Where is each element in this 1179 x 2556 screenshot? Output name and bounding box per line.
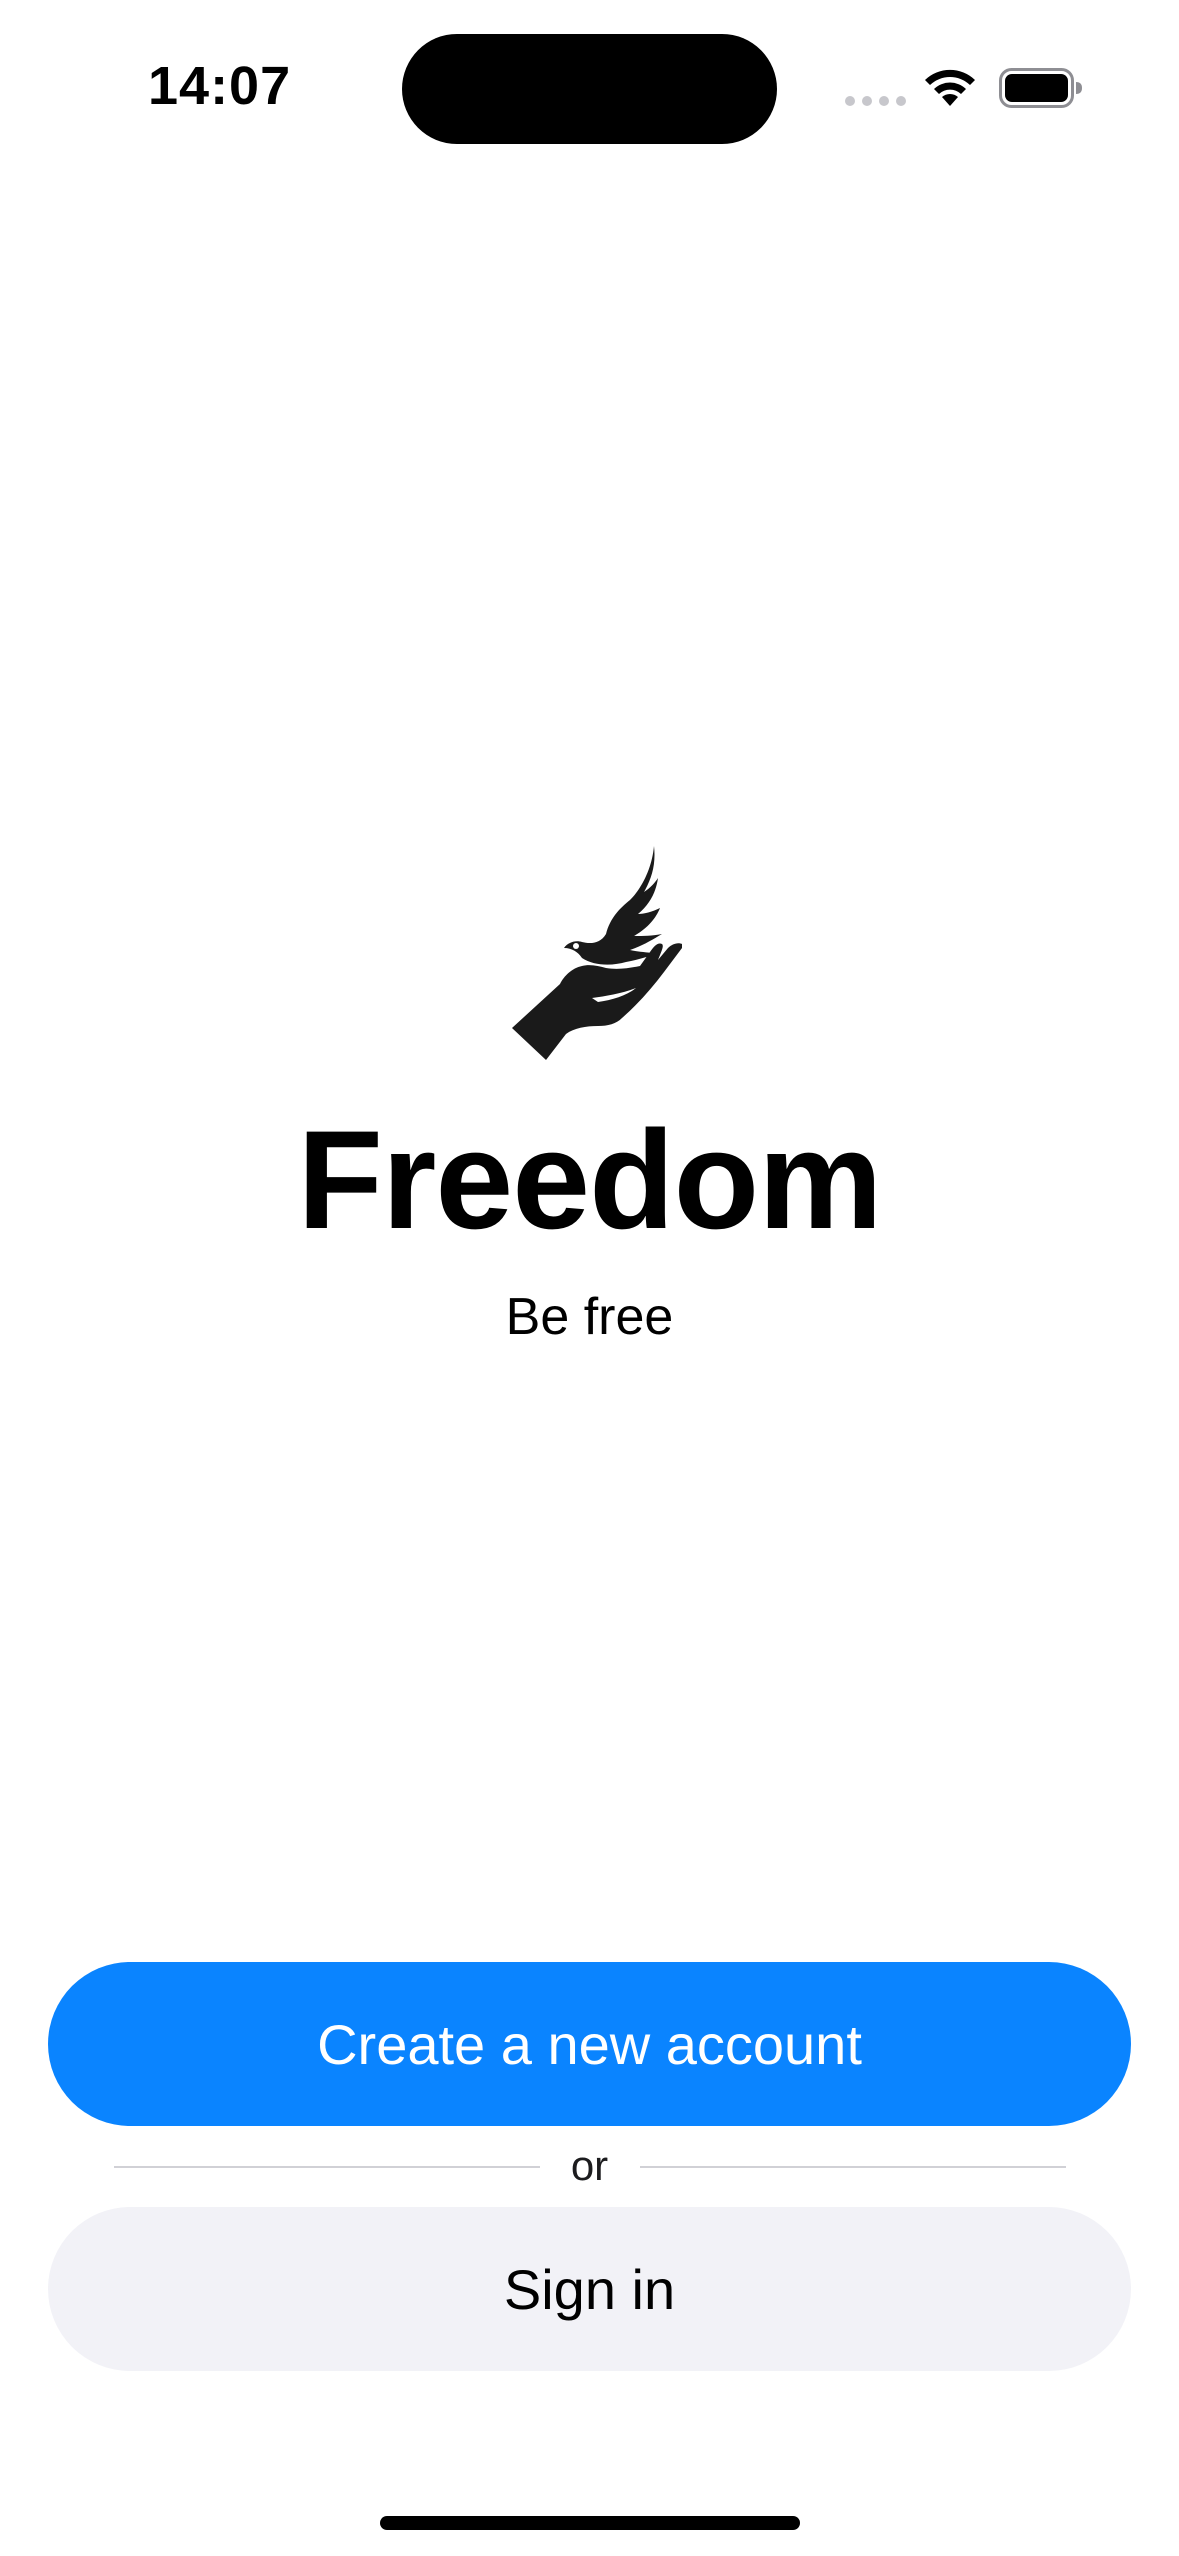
- dynamic-island: [402, 34, 777, 144]
- cellular-signal-icon: [845, 96, 906, 106]
- status-time: 14:07: [148, 56, 292, 116]
- app-title: Freedom: [297, 1101, 882, 1258]
- dove-in-hand-icon: [512, 846, 682, 1060]
- divider-line-right: [640, 2166, 1066, 2168]
- home-indicator[interactable]: [380, 2516, 800, 2530]
- app-subtitle: Be free: [505, 1288, 674, 1346]
- battery-icon: [999, 68, 1082, 108]
- wifi-icon: [925, 69, 975, 106]
- create-account-button[interactable]: Create a new account: [48, 1962, 1131, 2126]
- sign-in-button[interactable]: Sign in: [48, 2207, 1131, 2371]
